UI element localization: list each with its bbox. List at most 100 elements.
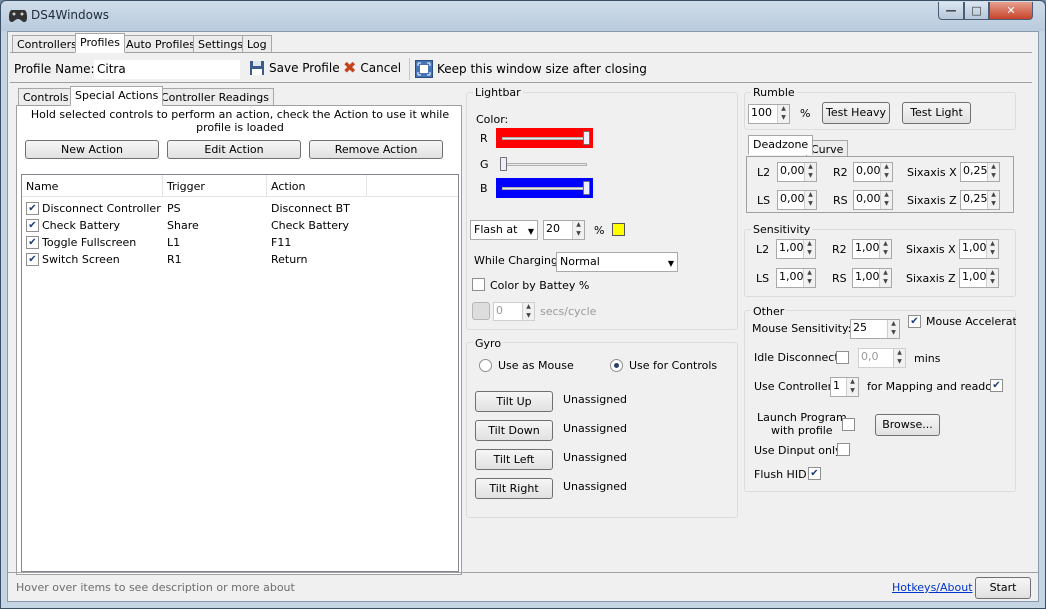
tab-deadzone[interactable]: Deadzone	[748, 135, 814, 155]
use-controller-checkbox[interactable]: ✔	[990, 379, 1003, 392]
sens-sixaxis-z-input[interactable]: 1,00 ▲ ▼	[959, 268, 999, 288]
minimize-button[interactable]: —	[938, 2, 964, 20]
dz-r2-input[interactable]: 0,00 ▲ ▼	[853, 162, 893, 182]
flash-color-swatch[interactable]	[612, 223, 625, 236]
tilt-left-button[interactable]: Tilt Left	[475, 449, 553, 470]
save-profile-button[interactable]: Save Profile	[249, 60, 340, 76]
idle-disconnect-input[interactable]: 0,0 ▲ ▼	[858, 348, 906, 368]
hotkeys-about-link[interactable]: Hotkeys/About	[892, 581, 973, 594]
flash-mode-select[interactable]: Flash at ▼	[470, 220, 538, 240]
spin-down-icon[interactable]: ▼	[523, 312, 534, 321]
actions-list[interactable]: Name Trigger Action ✔ Disconnect Control…	[21, 174, 459, 572]
test-heavy-button[interactable]: Test Heavy	[822, 102, 890, 124]
profile-name-input[interactable]: Citra	[94, 60, 240, 79]
browse-button[interactable]: Browse...	[875, 414, 940, 436]
close-button[interactable]: ✕	[989, 2, 1033, 20]
launch-program-checkbox[interactable]	[842, 418, 855, 431]
spin-down-icon[interactable]: ▼	[988, 200, 999, 209]
tab-auto-profiles[interactable]: Auto Profiles	[121, 35, 200, 53]
spin-up-icon[interactable]: ▲	[881, 163, 892, 172]
table-row[interactable]: ✔ Toggle Fullscreen L1 F11	[22, 234, 458, 251]
tab-profiles[interactable]: Profiles	[75, 33, 125, 53]
dz-sixaxis-x-spinner[interactable]: ▲ ▼	[987, 163, 999, 181]
mouse-sensitivity-spinner[interactable]: ▲ ▼	[887, 320, 899, 338]
row-checkbox[interactable]: ✔	[26, 219, 39, 232]
spin-down-icon[interactable]: ▼	[987, 249, 998, 258]
title-bar[interactable]: DS4Windows — □ ✕	[1, 1, 1045, 31]
spin-up-icon[interactable]: ▲	[988, 163, 999, 172]
spin-up-icon[interactable]: ▲	[888, 320, 899, 329]
spin-down-icon[interactable]: ▼	[880, 249, 891, 258]
use-dinput-checkbox[interactable]	[837, 443, 850, 456]
dz-r2-spinner[interactable]: ▲ ▼	[880, 163, 892, 181]
dz-sixaxis-z-spinner[interactable]: ▲ ▼	[987, 191, 999, 209]
use-as-mouse-radio[interactable]	[479, 359, 492, 372]
spin-up-icon[interactable]: ▲	[523, 303, 534, 312]
keep-window-size-toggle[interactable]: Keep this window size after closing	[415, 60, 647, 78]
remove-action-button[interactable]: Remove Action	[309, 140, 443, 159]
sens-ls-spinner[interactable]: ▲ ▼	[803, 269, 815, 287]
spin-up-icon[interactable]: ▲	[894, 349, 905, 358]
spin-down-icon[interactable]: ▼	[988, 172, 999, 181]
column-trigger[interactable]: Trigger	[167, 180, 205, 193]
spin-down-icon[interactable]: ▼	[573, 230, 584, 239]
table-row[interactable]: ✔ Disconnect Controller PS Disconnect BT	[22, 200, 458, 217]
red-slider[interactable]	[496, 128, 593, 148]
maximize-button[interactable]: □	[964, 2, 989, 20]
spin-down-icon[interactable]: ▼	[987, 278, 998, 287]
tab-log[interactable]: Log	[242, 35, 272, 53]
table-row[interactable]: ✔ Check Battery Share Check Battery	[22, 217, 458, 234]
sens-r2-spinner[interactable]: ▲ ▼	[879, 240, 891, 258]
idle-disconnect-spinner[interactable]: ▲ ▼	[893, 349, 905, 367]
dz-rs-input[interactable]: 0,00 ▲ ▼	[853, 190, 893, 210]
use-for-controls-radio[interactable]	[610, 359, 623, 372]
dz-sixaxis-z-input[interactable]: 0,25 ▲ ▼	[960, 190, 1000, 210]
rumble-input[interactable]: 100 ▲ ▼	[748, 104, 790, 124]
column-action[interactable]: Action	[271, 180, 305, 193]
spin-up-icon[interactable]: ▲	[573, 221, 584, 230]
dz-l2-input[interactable]: 0,00 ▲ ▼	[777, 162, 817, 182]
sens-rs-spinner[interactable]: ▲ ▼	[879, 269, 891, 287]
spin-up-icon[interactable]: ▲	[804, 240, 815, 249]
sens-l2-spinner[interactable]: ▲ ▼	[803, 240, 815, 258]
charging-mode-select[interactable]: Normal ▼	[556, 252, 678, 272]
column-name[interactable]: Name	[26, 180, 58, 193]
tab-controllers[interactable]: Controllers	[12, 35, 82, 53]
row-checkbox[interactable]: ✔	[26, 202, 39, 215]
spin-down-icon[interactable]: ▼	[880, 278, 891, 287]
cancel-button[interactable]: ✖ Cancel	[343, 60, 401, 76]
row-checkbox[interactable]: ✔	[26, 253, 39, 266]
spin-down-icon[interactable]: ▼	[881, 172, 892, 181]
spin-down-icon[interactable]: ▼	[805, 200, 816, 209]
red-slider-thumb[interactable]	[583, 131, 590, 145]
test-light-button[interactable]: Test Light	[902, 102, 971, 124]
rainbow-icon[interactable]	[472, 302, 490, 320]
spin-down-icon[interactable]: ▼	[804, 249, 815, 258]
sens-r2-input[interactable]: 1,00 ▲ ▼	[852, 239, 892, 259]
table-row[interactable]: ✔ Switch Screen R1 Return	[22, 251, 458, 268]
use-controller-spinner[interactable]: ▲ ▼	[846, 378, 858, 396]
spin-down-icon[interactable]: ▼	[804, 278, 815, 287]
spin-down-icon[interactable]: ▼	[894, 358, 905, 367]
spin-down-icon[interactable]: ▼	[805, 172, 816, 181]
tilt-up-button[interactable]: Tilt Up	[475, 391, 553, 412]
dz-ls-spinner[interactable]: ▲ ▼	[804, 191, 816, 209]
tab-controller-readings[interactable]: Controller Readings	[156, 88, 274, 106]
row-checkbox[interactable]: ✔	[26, 236, 39, 249]
sens-sixaxis-x-input[interactable]: 1,00 ▲ ▼	[959, 239, 999, 259]
spin-up-icon[interactable]: ▲	[880, 269, 891, 278]
dz-l2-spinner[interactable]: ▲ ▼	[804, 163, 816, 181]
sens-ls-input[interactable]: 1,00 ▲ ▼	[776, 268, 816, 288]
spin-up-icon[interactable]: ▲	[805, 191, 816, 200]
dz-sixaxis-x-input[interactable]: 0,25 ▲ ▼	[960, 162, 1000, 182]
green-slider[interactable]	[496, 154, 593, 174]
spin-up-icon[interactable]: ▲	[987, 269, 998, 278]
tab-settings[interactable]: Settings	[193, 35, 249, 53]
mouse-sensitivity-input[interactable]: 25 ▲ ▼	[850, 319, 900, 339]
spin-up-icon[interactable]: ▲	[880, 240, 891, 249]
tilt-right-button[interactable]: Tilt Right	[475, 478, 553, 499]
spin-up-icon[interactable]: ▲	[804, 269, 815, 278]
spin-up-icon[interactable]: ▲	[987, 240, 998, 249]
spin-down-icon[interactable]: ▼	[888, 329, 899, 338]
mouse-acceleration-checkbox[interactable]: ✔	[908, 315, 921, 328]
